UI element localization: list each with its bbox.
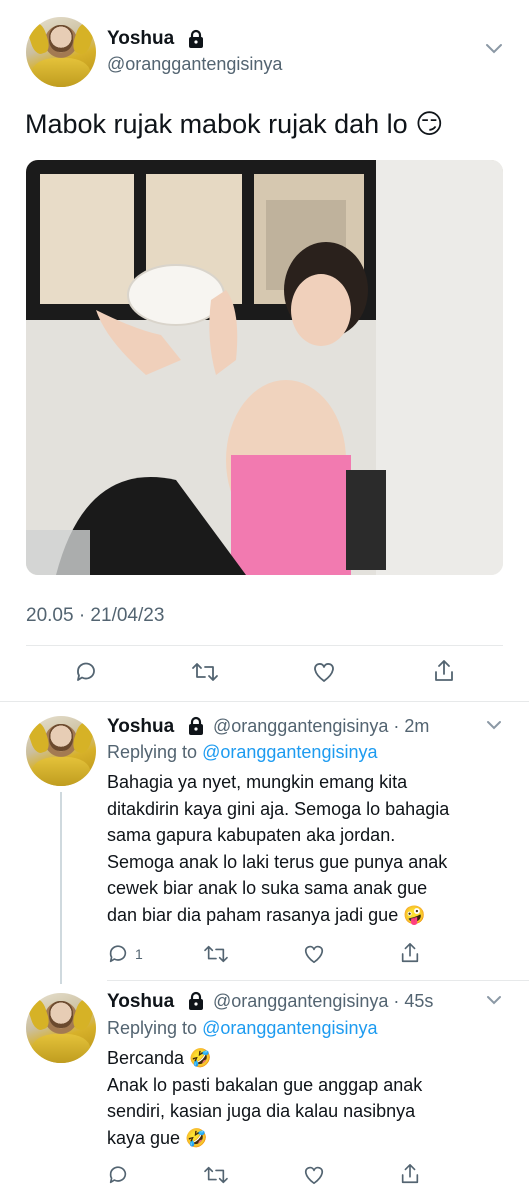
author-handle[interactable]: @oranggantengisinya (107, 54, 282, 75)
tweet-timestamp: 20.05 · 21/04/23 (26, 605, 165, 626)
avatar[interactable] (26, 993, 96, 1063)
lock-icon (189, 991, 203, 1010)
avatar[interactable] (26, 716, 96, 786)
replying-to: Replying to @oranggantengisinya (107, 1018, 378, 1038)
chevron-down-icon[interactable] (486, 995, 502, 1006)
divider (26, 645, 503, 646)
lock-icon (189, 716, 203, 735)
avatar[interactable] (26, 17, 96, 87)
share-icon[interactable] (432, 658, 456, 684)
share-icon[interactable] (399, 941, 421, 965)
tweet-photo[interactable] (26, 160, 503, 575)
retweet-icon[interactable] (203, 1164, 229, 1186)
replying-to-link[interactable]: @oranggantengisinya (202, 742, 377, 762)
replying-to: Replying to @oranggantengisinya (107, 742, 378, 762)
handle-time[interactable]: @oranggantengisinya · 2m (213, 716, 429, 737)
reply-count: 1 (135, 946, 143, 962)
retweet-icon[interactable] (191, 660, 219, 684)
share-icon[interactable] (399, 1162, 421, 1186)
reply-text: Bercanda 🤣 Anak lo pasti bakalan gue ang… (107, 1048, 423, 1148)
retweet-icon[interactable] (203, 943, 229, 965)
reply-icon[interactable] (74, 660, 98, 684)
like-icon[interactable] (302, 943, 326, 965)
thread-line (60, 792, 62, 984)
reply-button[interactable]: 1 (107, 943, 143, 965)
reply-icon (109, 945, 127, 963)
tweet-text: Mabok rujak mabok rujak dah lo 😏 (25, 109, 444, 139)
chevron-down-icon[interactable] (485, 43, 503, 55)
like-icon[interactable] (302, 1164, 326, 1186)
like-icon[interactable] (311, 660, 337, 684)
author-name[interactable]: Yoshua (107, 991, 174, 1013)
author-name[interactable]: Yoshua (107, 28, 174, 50)
divider (107, 980, 529, 981)
reply-icon[interactable] (107, 1164, 129, 1186)
chevron-down-icon[interactable] (486, 720, 502, 731)
reply-text: Bahagia ya nyet, mungkin emang kita dita… (107, 772, 450, 925)
handle-time[interactable]: @oranggantengisinya · 45s (213, 991, 433, 1012)
lock-icon (189, 29, 203, 48)
author-name[interactable]: Yoshua (107, 716, 174, 738)
divider (0, 701, 529, 702)
replying-to-link[interactable]: @oranggantengisinya (202, 1018, 377, 1038)
